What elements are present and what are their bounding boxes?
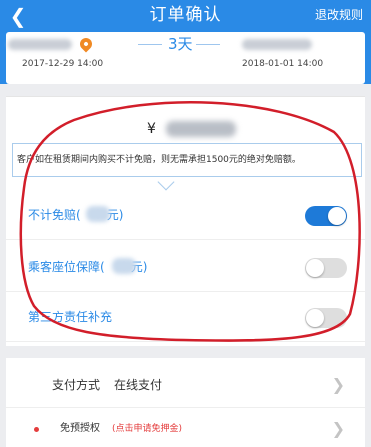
trip-summary-band: 3天 2017-12-29 14:00 2018-01-01 14:00 bbox=[0, 32, 371, 84]
payment-method-row[interactable]: 支付方式 在线支付 ❯ bbox=[6, 364, 365, 408]
duration-divider-right bbox=[196, 44, 220, 45]
refund-rules-link[interactable]: 退改规则 bbox=[315, 7, 363, 23]
trip-summary-card: 3天 2017-12-29 14:00 2018-01-01 14:00 bbox=[6, 32, 365, 84]
pickup-date: 2017-12-29 14:00 bbox=[22, 59, 104, 69]
chevron-right-icon: ❯ bbox=[331, 375, 345, 394]
payment-method-value: 在线支付 bbox=[114, 378, 163, 392]
payment-section: 支付方式 在线支付 ❯ 免预授权 (点击申请免押金) ❯ bbox=[6, 358, 365, 447]
red-annotation-circle bbox=[19, 101, 361, 342]
duration-divider-left bbox=[138, 44, 162, 45]
preauth-waiver-note[interactable]: (点击申请免押金) bbox=[112, 422, 182, 436]
preauth-waiver-label: 免预授权 bbox=[60, 423, 100, 434]
return-location-redacted bbox=[242, 39, 312, 50]
return-date: 2018-01-01 14:00 bbox=[242, 59, 324, 69]
required-dot-icon bbox=[34, 427, 39, 432]
preauth-waiver-row[interactable]: 免预授权 (点击申请免押金) ❯ bbox=[6, 408, 365, 447]
map-pin-icon bbox=[77, 35, 95, 53]
title-bar: ❮ 订单确认 退改规则 bbox=[0, 0, 371, 32]
rental-duration: 3天 bbox=[168, 35, 193, 53]
payment-method-label: 支付方式 bbox=[52, 378, 101, 392]
chevron-right-icon: ❯ bbox=[331, 419, 345, 438]
pickup-location-redacted bbox=[8, 39, 72, 50]
